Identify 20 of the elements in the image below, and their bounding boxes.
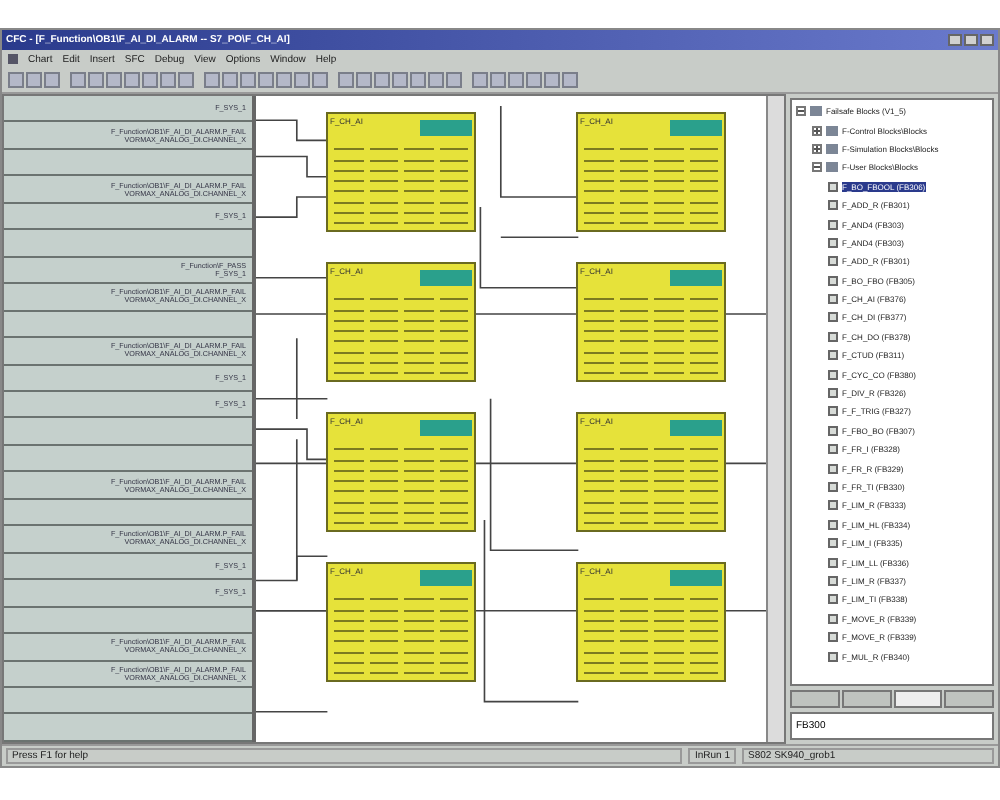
maximize-button[interactable]	[964, 34, 978, 46]
instance-field	[670, 120, 722, 136]
expand-icon[interactable]	[812, 143, 822, 154]
tab[interactable]	[790, 690, 840, 708]
tab[interactable]	[841, 690, 891, 708]
instance-field	[670, 420, 722, 436]
expand-icon[interactable]	[812, 125, 822, 136]
scrollbar[interactable]	[766, 96, 784, 742]
collapse-icon[interactable]	[812, 162, 822, 173]
instance-field	[420, 570, 472, 586]
instance-field	[670, 270, 722, 286]
instance-field	[670, 570, 722, 586]
tab[interactable]	[944, 690, 994, 708]
minimize-button[interactable]	[948, 34, 962, 46]
tab[interactable]	[893, 690, 943, 708]
collapse-icon[interactable]	[796, 106, 806, 117]
instance-field	[420, 420, 472, 436]
instance-field	[420, 270, 472, 286]
close-button[interactable]	[980, 34, 994, 46]
instance-field	[420, 120, 472, 136]
